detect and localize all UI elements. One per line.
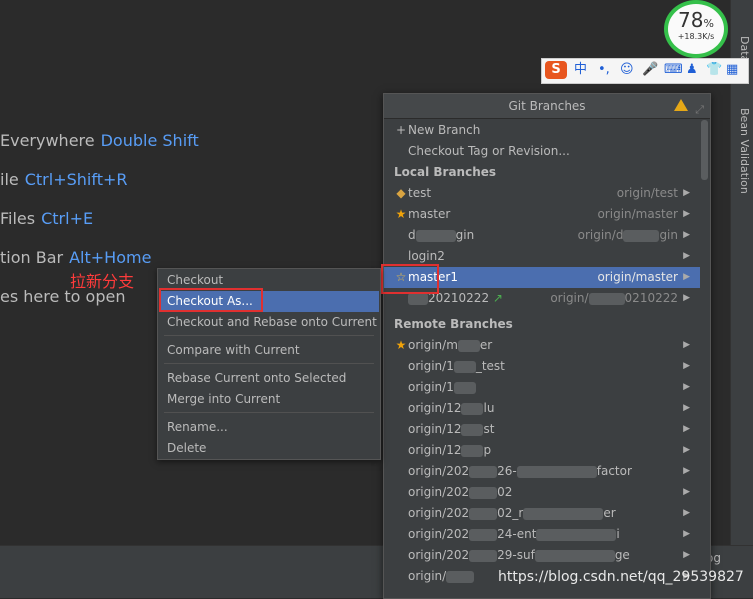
checkout-rebase-item[interactable]: Checkout and Rebase onto Current <box>159 312 379 333</box>
watermark: https://blog.csdn.net/qq_29539827 <box>498 569 744 585</box>
checkout-as-highlight <box>159 288 263 312</box>
meter-percent: 78 <box>678 8 704 32</box>
user-icon[interactable]: ♟ <box>686 61 698 79</box>
skin-icon[interactable]: 👕 <box>706 61 722 79</box>
rename-item[interactable]: Rename... <box>159 417 379 438</box>
network-meter[interactable]: 78% +18.3K/s <box>664 0 728 58</box>
delete-item[interactable]: Delete <box>159 438 379 459</box>
emoji-icon[interactable]: ☺ <box>620 61 634 79</box>
menu-separator <box>164 363 374 364</box>
meter-speed: +18.3K/s <box>677 32 715 41</box>
menu-item-label: Rebase Current onto Selected <box>167 371 347 385</box>
rebase-item[interactable]: Rebase Current onto Selected <box>159 368 379 389</box>
ime-toolbar: S 中 •, ☺ 🎤 ⌨ ♟ 👕 ▦ <box>541 58 749 84</box>
chinese-mode-icon[interactable]: 中 <box>574 61 587 79</box>
merge-item[interactable]: Merge into Current <box>159 389 379 410</box>
menu-item-label: Rename... <box>167 420 228 434</box>
sogou-logo-icon[interactable]: S <box>545 61 567 79</box>
menu-separator <box>164 335 374 336</box>
toolbox-icon[interactable]: ▦ <box>726 61 738 79</box>
microphone-icon[interactable]: 🎤 <box>642 61 658 79</box>
menu-item-label: Checkout and Rebase onto Current <box>167 315 377 329</box>
menu-item-label: Delete <box>167 441 207 455</box>
menu-item-label: Merge into Current <box>167 392 281 406</box>
meter-unit: % <box>703 17 714 30</box>
keyboard-icon[interactable]: ⌨ <box>664 61 683 79</box>
menu-item-label: Compare with Current <box>167 343 300 357</box>
compare-item[interactable]: Compare with Current <box>159 340 379 361</box>
punctuation-icon[interactable]: •, <box>598 61 610 79</box>
menu-separator <box>164 412 374 413</box>
